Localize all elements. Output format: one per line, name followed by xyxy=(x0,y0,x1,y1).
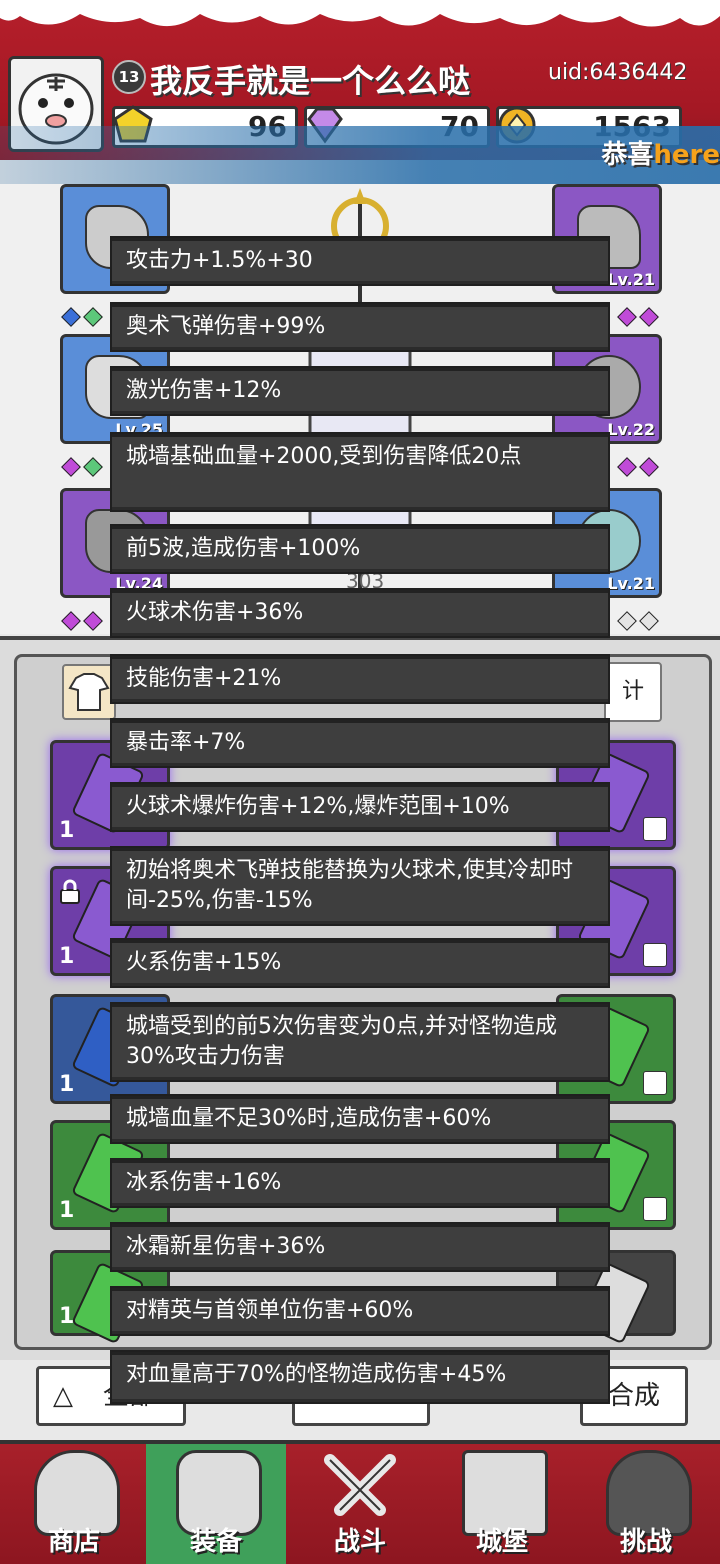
announcement-text: 恭喜here xyxy=(601,134,720,171)
nav-tab-castle[interactable]: 城堡 xyxy=(432,1444,572,1564)
attribute-line: 技能伤害+21% xyxy=(110,654,610,704)
item-count: 1 xyxy=(59,1198,75,1223)
nav-tab-shop[interactable]: 商店 xyxy=(4,1444,144,1564)
attribute-line: 火球术爆炸伤害+12%,爆炸范围+10% xyxy=(110,782,610,832)
attribute-line: 冰霜新星伤害+36% xyxy=(110,1222,610,1272)
lock-icon xyxy=(60,879,80,904)
nav-label: 商店 xyxy=(47,1527,100,1557)
level-badge: 13 xyxy=(112,60,146,94)
shirt-icon xyxy=(68,673,110,711)
bag-tab-stats[interactable]: 计 xyxy=(604,662,662,722)
attribute-line: 城墙受到的前5次伤害变为0点,并对怪物造成30%攻击力伤害 xyxy=(110,1002,610,1082)
ring-tag-icon xyxy=(643,1197,667,1221)
attribute-line: 攻击力+1.5%+30 xyxy=(110,236,610,286)
bag-tab-clothes[interactable] xyxy=(62,664,116,720)
equip-level: Lv.21 xyxy=(607,270,655,289)
nav-label: 城堡 xyxy=(475,1527,528,1557)
item-count: 1 xyxy=(59,818,75,843)
item-count: 1 xyxy=(59,1304,75,1329)
nav-label: 挑战 xyxy=(619,1527,672,1557)
nav-tab-equipment[interactable]: 装备 xyxy=(146,1444,286,1564)
nav-label: 战斗 xyxy=(333,1527,386,1557)
snow-edge-decoration xyxy=(0,0,720,27)
nav-tab-battle[interactable]: 战斗 xyxy=(290,1444,430,1564)
announcement-marquee: 恭喜here xyxy=(0,126,720,184)
equip-level: Lv.21 xyxy=(607,574,655,593)
item-count: 1 xyxy=(59,944,75,969)
crossed-swords-icon xyxy=(324,1454,396,1516)
announcement-highlight: here xyxy=(653,140,720,170)
attribute-line: 城墙血量不足30%时,造成伤害+60% xyxy=(110,1094,610,1144)
announcement-prefix: 恭喜 xyxy=(601,140,654,170)
attribute-line: 火系伤害+15% xyxy=(110,938,610,988)
armor-tag-icon xyxy=(643,1071,667,1095)
attribute-line: 对血量高于70%的怪物造成伤害+45% xyxy=(110,1350,610,1404)
uid-label: uid:6436442 xyxy=(548,60,688,85)
attribute-line: 前5波,造成伤害+100% xyxy=(110,524,610,574)
bottom-nav: 商店 装备 战斗 城堡 挑战 xyxy=(0,1440,720,1564)
attribute-line: 奥术飞弹伤害+99% xyxy=(110,302,610,352)
boots-tag-icon xyxy=(643,817,667,841)
nav-label: 装备 xyxy=(189,1527,242,1557)
attribute-line: 初始将奥术飞弹技能替换为火球术,使其冷却时间-25%,伤害-15% xyxy=(110,846,610,926)
attribute-line: 暴击率+7% xyxy=(110,718,610,768)
nav-tab-challenge[interactable]: 挑战 xyxy=(576,1444,716,1564)
equip-level: Lv.22 xyxy=(607,420,655,439)
attribute-line: 冰系伤害+16% xyxy=(110,1158,610,1208)
player-name: 我反手就是一个么么哒 xyxy=(150,62,471,100)
necklace-tag-icon xyxy=(643,943,667,967)
attribute-line: 城墙基础血量+2000,受到伤害降低20点 xyxy=(110,432,610,512)
chevron-up-icon: △ xyxy=(53,1381,73,1411)
attribute-line: 火球术伤害+36% xyxy=(110,588,610,638)
attribute-line: 激光伤害+12% xyxy=(110,366,610,416)
item-count: 1 xyxy=(59,1072,75,1097)
attribute-line: 对精英与首领单位伤害+60% xyxy=(110,1286,610,1336)
